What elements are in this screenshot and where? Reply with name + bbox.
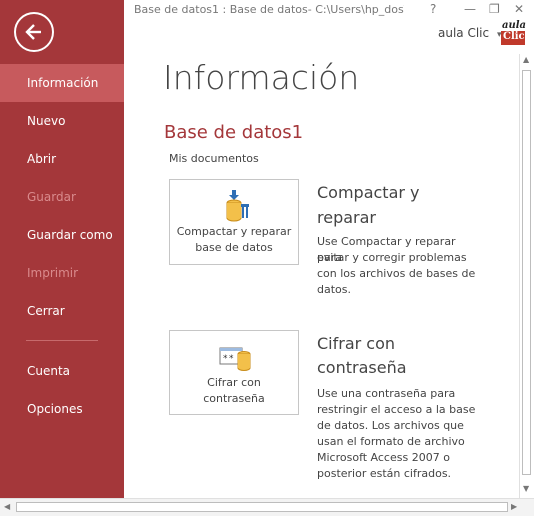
compact-repair-label-1: Compactar y reparar: [176, 225, 292, 238]
window-title: Base de datos1 : Base de datos- C:\Users…: [134, 3, 404, 16]
svg-text:*: *: [223, 354, 228, 364]
svg-text:*: *: [229, 354, 234, 364]
compact-repair-desc-4: datos.: [317, 283, 351, 296]
help-button[interactable]: ?: [430, 2, 436, 16]
compact-repair-button[interactable]: Compactar y reparar base de datos: [169, 179, 299, 265]
restore-button[interactable]: ❐: [489, 2, 500, 16]
nav-abrir[interactable]: Abrir: [0, 140, 124, 178]
compact-repair-desc-3: con los archivos de bases de: [317, 267, 476, 280]
scroll-down-arrow-icon[interactable]: ▼: [523, 484, 529, 493]
compact-repair-title-1: Compactar y: [317, 183, 420, 202]
scroll-right-arrow-icon[interactable]: ▶: [511, 502, 517, 511]
compact-repair-title-2: reparar: [317, 208, 376, 227]
database-location: Mis documentos: [169, 152, 259, 165]
encrypt-password-desc-4: usan el formato de archivo: [317, 435, 465, 448]
encrypt-password-desc-1: Use una contraseña para: [317, 387, 456, 400]
nav-guardar-como[interactable]: Guardar como: [0, 216, 124, 254]
encrypt-password-desc-6: posterior están cifrados.: [317, 467, 452, 480]
nav-informacion[interactable]: Información: [0, 64, 124, 102]
aulaclic-logo: aula Clic: [500, 20, 526, 46]
page-title: Información: [163, 58, 360, 97]
close-button[interactable]: ✕: [514, 2, 524, 16]
title-bar: Base de datos1 : Base de datos- C:\Users…: [124, 0, 534, 20]
encrypt-password-desc-2: restringir el acceso a la base: [317, 403, 476, 416]
horizontal-scroll-thumb[interactable]: [16, 502, 508, 512]
compact-repair-label-2: base de datos: [195, 241, 273, 254]
encrypt-password-button[interactable]: * * Cifrar con contraseña: [169, 330, 299, 415]
minimize-button[interactable]: —: [464, 2, 476, 16]
encrypt-password-title-1: Cifrar con: [317, 334, 396, 353]
compact-repair-desc-2: evitar y corregir problemas: [317, 251, 467, 264]
logo-line2: Clic: [503, 31, 525, 42]
encrypt-password-title-2: contraseña: [317, 358, 407, 377]
vertical-scrollbar[interactable]: ▲ ▼: [519, 54, 534, 498]
main-content: Información Base de datos1 Mis documento…: [124, 46, 519, 498]
scroll-left-arrow-icon[interactable]: ◀: [4, 502, 10, 511]
encrypt-password-label-2: contraseña: [203, 392, 265, 405]
vertical-scroll-thumb[interactable]: [522, 70, 531, 475]
compact-repair-icon: [226, 190, 249, 222]
nav-divider: [26, 340, 98, 341]
nav-imprimir: Imprimir: [27, 266, 79, 280]
scroll-up-arrow-icon[interactable]: ▲: [523, 55, 529, 64]
database-name: Base de datos1: [164, 122, 304, 143]
backstage-sidebar: Información Nuevo Abrir Guardar Guardar …: [0, 0, 124, 498]
nav-opciones[interactable]: Opciones: [0, 390, 124, 428]
nav-cerrar[interactable]: Cerrar: [0, 292, 124, 330]
logo-line1: aula: [502, 20, 527, 31]
back-button[interactable]: [14, 12, 54, 52]
encrypt-password-label-1: Cifrar con: [207, 376, 261, 389]
nav-nuevo[interactable]: Nuevo: [0, 102, 124, 140]
nav-cuenta[interactable]: Cuenta: [0, 352, 124, 390]
nav-guardar: Guardar: [27, 190, 76, 204]
encrypt-password-desc-3: de datos. Los archivos que: [317, 419, 464, 432]
user-name: aula Clic: [438, 26, 490, 40]
back-arrow-icon: [25, 24, 41, 40]
horizontal-scrollbar[interactable]: ◀ ▶: [0, 498, 534, 516]
encrypt-password-icon: * *: [219, 347, 251, 371]
encrypt-password-desc-5: Microsoft Access 2007 o: [317, 451, 450, 464]
user-account-menu[interactable]: aula Clic ▾: [438, 26, 501, 40]
